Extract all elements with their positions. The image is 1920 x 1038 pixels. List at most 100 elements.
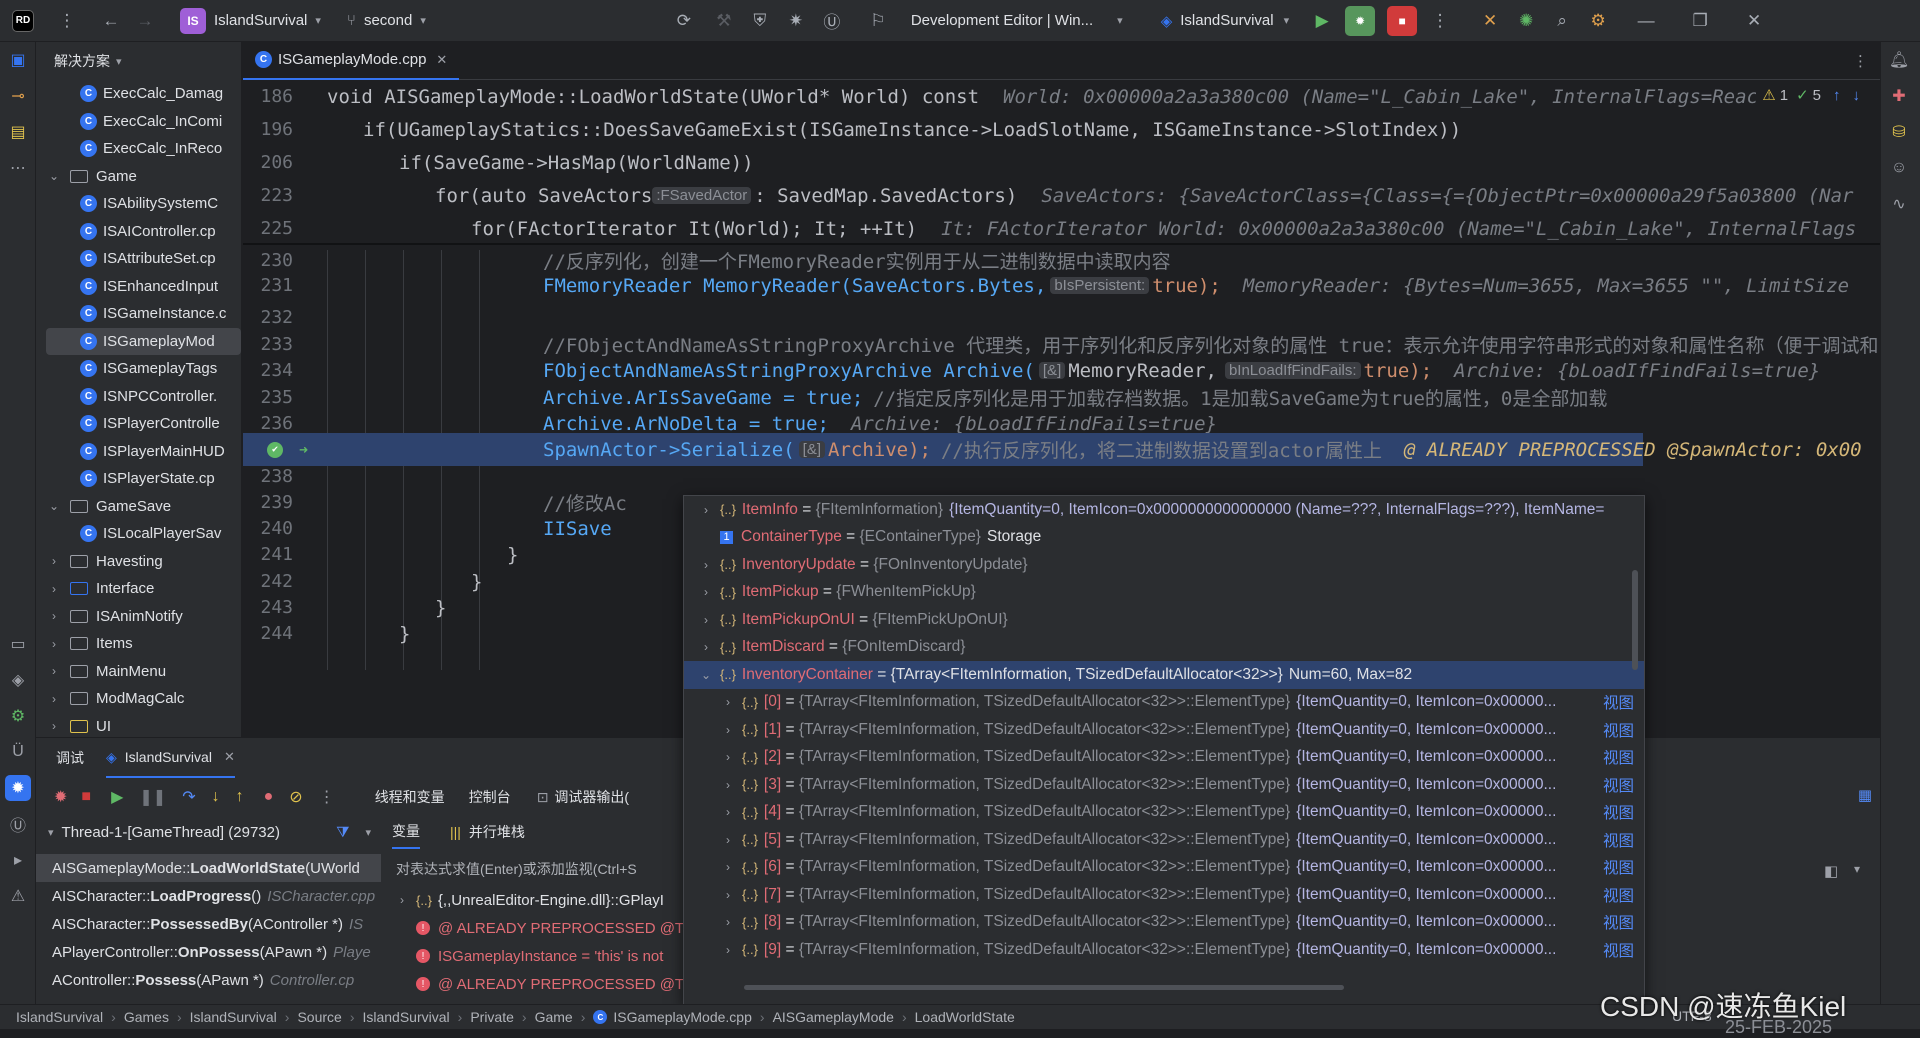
close-tab-icon[interactable]: ✕: [436, 52, 447, 68]
watch-row[interactable]: › {..} [9] = {TArray<FItemInformation, TSi…: [684, 936, 1644, 964]
view-link[interactable]: 视图: [1603, 884, 1644, 906]
popup-scrollbar[interactable]: [1632, 570, 1638, 670]
tools-icon[interactable]: ✕: [1477, 8, 1503, 34]
chevron-right-icon[interactable]: ›: [720, 778, 736, 792]
refresh-icon[interactable]: ⟳: [671, 8, 697, 34]
watch-row[interactable]: › {..} [3] = {TArray<FItemInformation, TSi…: [684, 771, 1644, 799]
tree-file[interactable]: C ExecCalc_Damag: [46, 80, 241, 108]
chevron-right-icon[interactable]: ›: [46, 664, 62, 678]
unit-tests-icon[interactable]: Ü: [0, 734, 36, 770]
view-link[interactable]: 视图: [1603, 746, 1644, 768]
stop-icon[interactable]: ■: [1387, 5, 1418, 36]
watch-row[interactable]: › {..} ItemPickup = {FWhenItemPickUp}: [684, 579, 1644, 607]
watch-row[interactable]: › {..} InventoryUpdate = {FOnInventoryUpda…: [684, 551, 1644, 579]
services-icon[interactable]: ▭: [0, 626, 36, 662]
tree-file[interactable]: C ISPlayerState.cp: [46, 465, 241, 493]
chevron-down-icon[interactable]: ⌄: [46, 499, 62, 513]
structure-icon[interactable]: ▤: [0, 114, 36, 150]
chevron-right-icon[interactable]: ›: [698, 613, 714, 627]
watch-row[interactable]: › {..} [4] = {TArray<FItemInformation, TSi…: [684, 799, 1644, 827]
tree-folder[interactable]: › Havesting: [46, 548, 241, 576]
sticky-line[interactable]: 223 for(auto SaveActors:FSavedActor: Save…: [243, 179, 1880, 212]
chevron-right-icon[interactable]: ›: [720, 943, 736, 957]
sticky-line[interactable]: 225 for(FActorIterator It(World); It; ++I…: [243, 212, 1880, 245]
chevron-right-icon[interactable]: ›: [720, 750, 736, 764]
search-icon[interactable]: ⌕: [1549, 8, 1575, 34]
tree-folder[interactable]: › Items: [46, 630, 241, 658]
chevron-right-icon[interactable]: ›: [46, 609, 62, 623]
chevron-right-icon[interactable]: ›: [46, 719, 62, 733]
debug-more-icon[interactable]: ⋮: [319, 787, 335, 807]
variable-row[interactable]: ! @ ALREADY PREPROCESSED @Ta: [390, 970, 720, 998]
chevron-down-icon[interactable]: ⌄: [46, 169, 62, 183]
panel-header[interactable]: 解决方案 ▾: [36, 42, 241, 80]
close-session-icon[interactable]: ✕: [224, 749, 235, 765]
tab-more-icon[interactable]: ⋮: [1853, 52, 1868, 70]
thread-selector[interactable]: ▾ Thread-1-[GameThread] (29732) ⧩ ▾: [36, 816, 381, 848]
step-over-icon[interactable]: ↷: [182, 787, 195, 807]
stack-frame[interactable]: AISCharacter:: PossessedBy (AController *)…: [36, 910, 381, 938]
chevron-right-icon[interactable]: ›: [698, 558, 714, 572]
chevron-right-icon[interactable]: ›: [720, 888, 736, 902]
watch-row[interactable]: 1 ContainerType = {EContainerType} Storage: [684, 524, 1644, 552]
watch-row[interactable]: › {..} [7] = {TArray<FItemInformation, TSi…: [684, 881, 1644, 909]
breakpoints-icon[interactable]: ●: [264, 788, 274, 806]
build-icon[interactable]: ⚒: [711, 8, 737, 34]
run-icon[interactable]: ▶: [1309, 8, 1335, 34]
chevron-right-icon[interactable]: ›: [46, 692, 62, 706]
next-highlight-icon[interactable]: ↓: [1853, 87, 1861, 104]
step-out-icon[interactable]: ↑: [236, 788, 244, 806]
sticky-line[interactable]: 206 if(SaveGame->HasMap(WorldName)): [243, 146, 1880, 179]
database-icon[interactable]: ⛁: [1881, 114, 1917, 150]
terminal-icon[interactable]: ▸: [0, 842, 36, 878]
stack-frame[interactable]: AISCharacter:: LoadProgress() ISCharacter.…: [36, 882, 381, 910]
tree-folder[interactable]: ⌄ Game: [46, 163, 241, 191]
tree-file[interactable]: C ISAbilitySystemC: [46, 190, 241, 218]
breadcrumb-item[interactable]: ISGameplayMode.cpp: [613, 1009, 752, 1025]
chevron-right-icon[interactable]: ›: [698, 503, 714, 517]
variable-row[interactable]: ! ISGameplayInstance = 'this' is not: [390, 942, 720, 970]
thread-dropdown-icon[interactable]: ▾: [365, 826, 371, 839]
watch-row[interactable]: ⌄ {..} InventoryContainer = {TArray<FItemI…: [684, 661, 1644, 689]
view-link[interactable]: 视图: [1603, 856, 1644, 878]
view-link[interactable]: 视图: [1603, 829, 1644, 851]
pause-icon[interactable]: ❚❚: [139, 787, 166, 807]
tree-folder[interactable]: › Interface: [46, 575, 241, 603]
tree-file[interactable]: C ISAIController.cp: [46, 218, 241, 246]
code-line[interactable]: 231 FMemoryReader MemoryReader(SaveActors…: [243, 269, 1880, 302]
collapse-icon[interactable]: ▾: [1854, 862, 1860, 876]
pin-icon[interactable]: ◧: [1824, 862, 1838, 880]
stack-frame[interactable]: APlayerController:: OnPossess (APawn *) Pla…: [36, 938, 381, 966]
inspection-widget[interactable]: ⚠ 1 ✓ 5 ↑ ↓: [1756, 86, 1860, 104]
ai-assistant-icon[interactable]: ✺: [1513, 8, 1539, 34]
tree-folder[interactable]: › MainMenu: [46, 658, 241, 686]
tree-file[interactable]: C ExecCalc_InComi: [46, 108, 241, 136]
tree-file[interactable]: C ExecCalc_InReco: [46, 135, 241, 163]
more-tools-icon[interactable]: ⋯: [0, 150, 36, 186]
ai-chat-icon[interactable]: ✚: [1881, 78, 1917, 114]
hammer-icon[interactable]: ⚐: [865, 8, 891, 34]
sticky-line[interactable]: 196 if(UGameplayStatics::DoesSaveGameExis…: [243, 113, 1880, 146]
tab-variables[interactable]: 变量: [392, 821, 420, 849]
tab-parallel-stacks[interactable]: 并行堆栈: [469, 822, 525, 842]
chevron-right-icon[interactable]: ›: [720, 695, 736, 709]
debug-tool-icon[interactable]: ✹: [5, 775, 31, 801]
unreal-icon[interactable]: Ⓤ: [819, 8, 845, 34]
watch-row[interactable]: › {..} [0] = {TArray<FItemInformation, TSi…: [684, 689, 1644, 717]
forward-icon[interactable]: →: [132, 8, 158, 34]
view-link[interactable]: 视图: [1603, 939, 1644, 961]
breadcrumb-item[interactable]: Source: [297, 1009, 341, 1025]
tree-file[interactable]: C ISGameplayMod: [46, 327, 241, 355]
chevron-right-icon[interactable]: ›: [720, 723, 736, 737]
solution-explorer-icon[interactable]: ▣: [0, 42, 36, 78]
filter-icon[interactable]: ⧩: [336, 824, 349, 841]
tree-folder[interactable]: › ModMagCalc: [46, 685, 241, 713]
view-link[interactable]: 视图: [1603, 911, 1644, 933]
chevron-right-icon[interactable]: ›: [46, 582, 62, 596]
notifications-icon[interactable]: 🔔︎: [1881, 42, 1917, 78]
watch-row[interactable]: › {..} [5] = {TArray<FItemInformation, TSi…: [684, 826, 1644, 854]
blueprint-icon[interactable]: ⛨: [747, 8, 773, 34]
bug-icon[interactable]: ✷: [783, 8, 809, 34]
minimize-icon[interactable]: —: [1633, 8, 1659, 34]
tree-file[interactable]: C ISGameplayTags: [46, 355, 241, 383]
